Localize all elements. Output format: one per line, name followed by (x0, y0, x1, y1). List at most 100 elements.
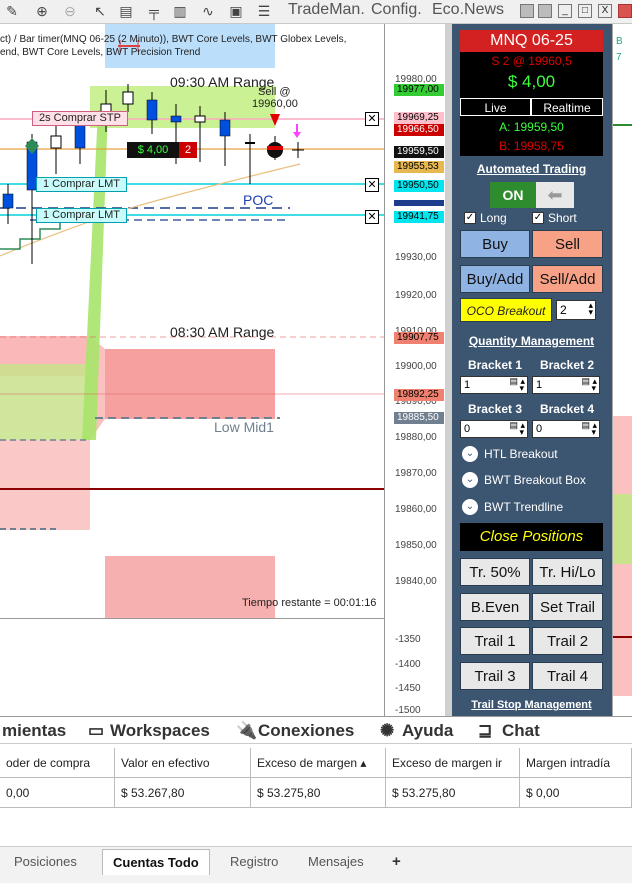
properties-icon[interactable]: ☰ (256, 3, 272, 19)
column-header[interactable]: oder de compra (0, 748, 115, 778)
pencil-icon[interactable]: ✎ (4, 3, 20, 19)
column-header[interactable]: Exceso de margen ▴ (251, 748, 386, 778)
chevron-down-icon[interactable]: ⌄ (462, 472, 478, 488)
low-mid-label: Low Mid1 (214, 419, 274, 435)
short-checkbox[interactable]: ✓ (532, 212, 544, 224)
tab-cuentas-todo[interactable]: Cuentas Todo (102, 849, 210, 875)
bar-timer: Tiempo restante = 00:01:16 (242, 597, 377, 609)
auto-trading-on-toggle[interactable]: ON (490, 182, 536, 208)
buy-limit-order-1[interactable]: 1 Comprar LMT (36, 177, 128, 192)
bwt-breakout-box-toggle[interactable]: BWT Breakout Box (484, 473, 586, 487)
break-even-button[interactable]: B.Even (460, 593, 530, 621)
quantity-management-label[interactable]: Quantity Management (460, 334, 603, 348)
price-tag: 19907,75 (394, 332, 444, 344)
table-cell: $ 53.275,80 (251, 778, 386, 808)
conexiones-menu[interactable]: Conexiones (258, 721, 354, 741)
bracket1-stepper[interactable]: 1 ▤ ▴ ▾ (460, 376, 528, 394)
axis-label: 19860,00 (395, 504, 437, 515)
price-chart[interactable]: ct) / Bar timer(MNQ 06-25 (2 Minuto)), B… (0, 24, 385, 618)
position-qty[interactable]: 2 (179, 142, 197, 158)
bid-price: B: 19958,75 (499, 139, 564, 153)
chevron-down-icon[interactable]: ⌄ (462, 446, 478, 462)
data-box-icon[interactable]: ▤ (118, 3, 134, 19)
maximize-button[interactable]: □ (578, 4, 592, 18)
ayuda-menu[interactable]: Ayuda (402, 721, 453, 741)
trail-1-button[interactable]: Trail 1 (460, 627, 530, 655)
trail-2-button[interactable]: Trail 2 (532, 627, 603, 655)
sell-at-label: Sell @ (258, 86, 291, 98)
tile2-icon[interactable] (538, 4, 552, 18)
buy-stop-order[interactable]: 2s Comprar STP (32, 111, 128, 126)
column-header[interactable]: Exceso de margen ir (386, 748, 520, 778)
buy-add-button[interactable]: Buy/Add (460, 265, 530, 293)
realtime-button[interactable]: Realtime (531, 98, 603, 116)
trail-3-button[interactable]: Trail 3 (460, 662, 530, 690)
buy-button[interactable]: Buy (460, 230, 530, 258)
arrow-left-icon[interactable]: ⬅ (536, 182, 574, 208)
automated-trading-label[interactable]: Automated Trading (460, 162, 603, 176)
extra-window-icon[interactable] (618, 4, 632, 18)
add-tab-button[interactable]: + (382, 849, 411, 875)
plug-icon: 🔌 (236, 721, 258, 740)
bracket4-stepper[interactable]: 0 ▤ ▴ ▾ (532, 420, 600, 438)
range-0830-left-green (0, 364, 90, 440)
price-tag: 19966,50 (394, 124, 444, 136)
buy-limit-order-2[interactable]: 1 Comprar LMT (36, 208, 128, 223)
workspaces-menu[interactable]: Workspaces (110, 721, 210, 741)
bar-type-icon[interactable]: ╤ (146, 3, 162, 19)
cancel-lmt1-icon[interactable]: ✕ (365, 178, 379, 192)
indicators-icon[interactable]: ∿ (200, 3, 216, 19)
panel-splitter[interactable] (445, 24, 452, 716)
live-button[interactable]: Live (460, 98, 531, 116)
indicator-list-line2: end, BWT Core Levels, BWT Precision Tren… (0, 47, 201, 58)
sell-button[interactable]: Sell (532, 230, 603, 258)
bracket3-label: Bracket 3 (467, 402, 523, 416)
oco-qty-stepper[interactable]: 2 ▴ ▾ (556, 300, 596, 320)
zoom-in-icon[interactable]: ⊕ (34, 3, 50, 19)
lower-axis-label: -1450 (395, 683, 421, 694)
cancel-lmt2-icon[interactable]: ✕ (365, 210, 379, 224)
price-tag: 19950,50 (394, 180, 444, 192)
trademan-menu[interactable]: TradeMan. (288, 1, 365, 19)
bottom-tabs: Posiciones Cuentas Todo Registro Mensaje… (0, 846, 632, 883)
chat-menu[interactable]: Chat (502, 721, 540, 741)
chevron-down-icon[interactable]: ⌄ (462, 499, 478, 515)
cancel-stp-icon[interactable]: ✕ (365, 112, 379, 126)
minimize-button[interactable]: _ (558, 4, 572, 18)
bracket3-stepper[interactable]: 0 ▤ ▴ ▾ (460, 420, 528, 438)
oco-breakout-button[interactable]: OCO Breakout (460, 298, 552, 322)
close-button[interactable]: X (598, 4, 612, 18)
tab-mensajes[interactable]: Mensajes (298, 849, 374, 875)
trail-stop-management-label[interactable]: Trail Stop Management (460, 699, 603, 711)
close-positions-button[interactable]: Close Positions (460, 523, 603, 551)
tab-registro[interactable]: Registro (220, 849, 288, 875)
chart-trader-icon[interactable]: ▥ (172, 3, 188, 19)
strategies-icon[interactable]: ▣ (228, 3, 244, 19)
price-tag: 19969,25 (394, 112, 444, 124)
tab-posiciones[interactable]: Posiciones (4, 849, 87, 875)
econews-menu[interactable]: Eco.News (432, 1, 504, 19)
position-info: S 2 @ 19960,5 (491, 54, 572, 68)
trail-50-button[interactable]: Tr. 50% (460, 558, 530, 586)
lower-indicator-panel (0, 618, 385, 716)
tile-icon[interactable] (520, 4, 534, 18)
herramientas-menu[interactable]: mientas (2, 721, 66, 741)
bracket2-stepper[interactable]: 1 ▤ ▴ ▾ (532, 376, 600, 394)
zoom-out-icon[interactable]: ⊖ (62, 3, 78, 19)
trail-4-button[interactable]: Trail 4 (532, 662, 603, 690)
pointer-icon[interactable]: ↖ (92, 3, 108, 19)
axis-label: 19920,00 (395, 290, 437, 301)
column-header[interactable]: Valor en efectivo (115, 748, 251, 778)
table-cell: 0,00 (0, 778, 115, 808)
column-header[interactable]: Margen intradía (520, 748, 632, 778)
lower-axis-label: -1500 (395, 705, 421, 716)
sell-add-button[interactable]: Sell/Add (532, 265, 603, 293)
bwt-trendline-toggle[interactable]: BWT Trendline (484, 500, 563, 514)
config-menu[interactable]: Config. (371, 1, 422, 19)
trail-hilo-button[interactable]: Tr. Hi/Lo (532, 558, 603, 586)
long-checkbox[interactable]: ✓ (464, 212, 476, 224)
htl-breakout-toggle[interactable]: HTL Breakout (484, 447, 558, 461)
set-trail-button[interactable]: Set Trail (532, 593, 603, 621)
instrument-header: MNQ 06-25 (460, 30, 603, 52)
range-0830-left-bottom (0, 440, 90, 530)
